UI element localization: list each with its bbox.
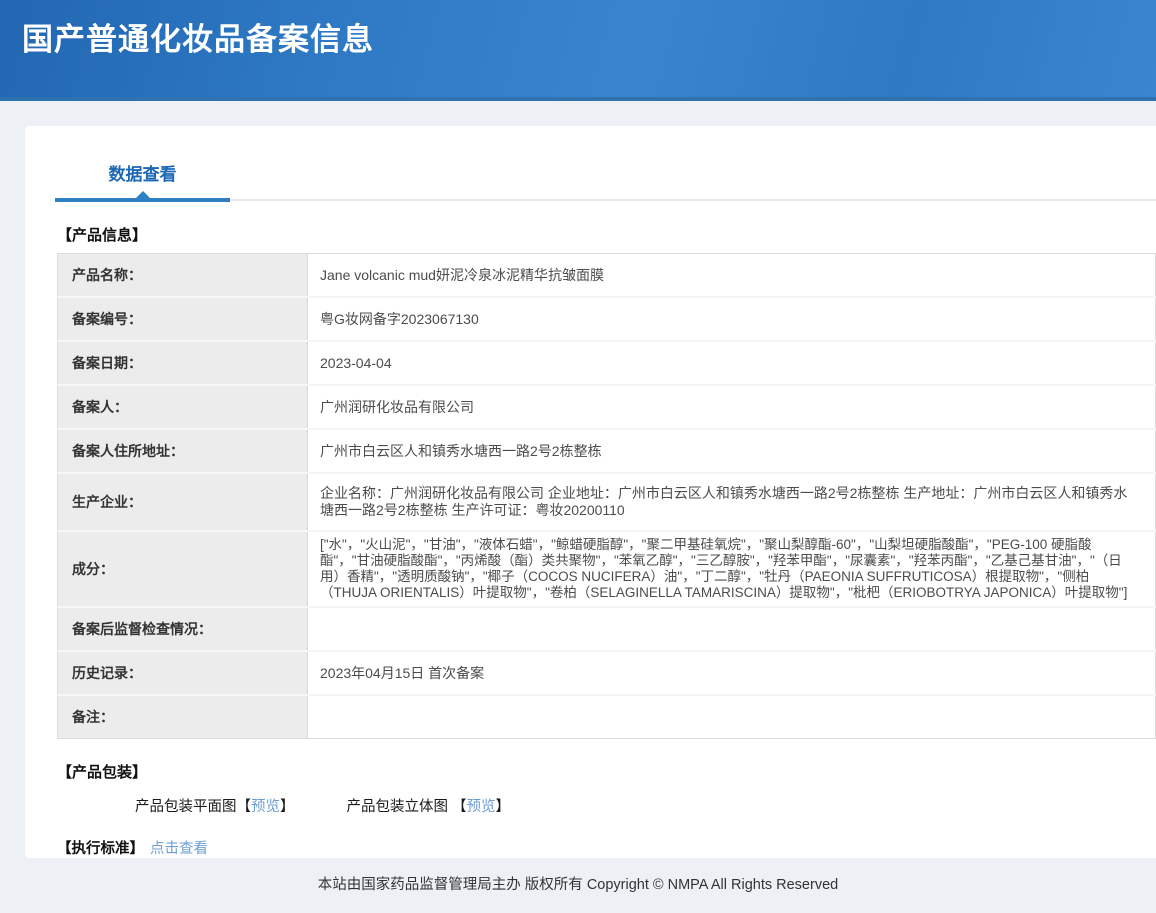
row-value: 2023年04月15日 首次备案 [308,651,1156,695]
tab-rule-divider [230,199,1156,201]
row-value: 广州市白云区人和镇秀水塘西一路2号2栋整栋 [308,429,1156,473]
tab-pointer-icon [136,191,150,198]
product-info-table: 产品名称： Jane volcanic mud妍泥冷泉冰泥精华抗皱面膜 备案编号… [57,253,1156,739]
copyright-text: 本站由国家药品监督管理局主办 版权所有 Copyright © NMPA All… [318,873,838,894]
row-value: 企业名称：广州润研化妆品有限公司 企业地址：广州市白云区人和镇秀水塘西一路2号2… [308,473,1156,531]
row-value: Jane volcanic mud妍泥冷泉冰泥精华抗皱面膜 [308,254,1156,298]
section-title-packaging: 【产品包装】 [57,761,1156,782]
row-label: 备注： [58,695,308,739]
row-label: 历史记录： [58,651,308,695]
table-row-registration-date: 备案日期： 2023-04-04 [58,341,1156,385]
packaging-flat-label: 产品包装平面图【 [135,799,251,815]
table-row-registrant-address: 备案人住所地址： 广州市白云区人和镇秀水塘西一路2号2栋整栋 [58,429,1156,473]
row-label: 备案后监督检查情况： [58,607,308,651]
packaging-flat-preview-link[interactable]: 预览 [251,799,280,815]
standard-line: 【执行标准】 点击查看 [57,837,1156,858]
standard-label: 【执行标准】 [57,837,144,858]
row-value: 广州润研化妆品有限公司 [308,385,1156,429]
row-value [308,607,1156,651]
packaging-line: 产品包装平面图【预览】 产品包装立体图 【预览】 [135,795,1156,816]
row-label: 生产企业： [58,473,308,531]
tab-bar: 数据查看 [55,126,1156,202]
table-row-history: 历史记录： 2023年04月15日 首次备案 [58,651,1156,695]
row-value: ["水"，"火山泥"，"甘油"，"液体石蜡"，"鲸蜡硬脂醇"，"聚二甲基硅氧烷"… [308,531,1156,607]
row-label: 备案日期： [58,341,308,385]
table-row-manufacturer: 生产企业： 企业名称：广州润研化妆品有限公司 企业地址：广州市白云区人和镇秀水塘… [58,473,1156,531]
standard-view-link[interactable]: 点击查看 [150,837,208,858]
packaging-solid-label: 产品包装立体图 【 [347,799,467,815]
packaging-solid-item: 产品包装立体图 【预览】 [347,795,511,816]
packaging-solid-preview-link[interactable]: 预览 [467,799,496,815]
row-value [308,695,1156,739]
tab-data-view-label: 数据查看 [109,165,177,184]
row-label: 产品名称： [58,254,308,298]
table-row-remarks: 备注： [58,695,1156,739]
row-label: 备案人： [58,385,308,429]
page-footer: 本站由国家药品监督管理局主办 版权所有 Copyright © NMPA All… [0,858,1156,909]
packaging-flat-suffix: 】 [280,799,295,815]
table-row-ingredients: 成分： ["水"，"火山泥"，"甘油"，"液体石蜡"，"鲸蜡硬脂醇"，"聚二甲基… [58,531,1156,607]
page-title: 国产普通化妆品备案信息 [22,14,1156,59]
table-row-product-name: 产品名称： Jane volcanic mud妍泥冷泉冰泥精华抗皱面膜 [58,254,1156,298]
table-row-registration-number: 备案编号： 粤G妆网备字2023067130 [58,297,1156,341]
row-value: 粤G妆网备字2023067130 [308,297,1156,341]
tab-data-view[interactable]: 数据查看 [55,160,230,202]
row-label: 成分： [58,531,308,607]
row-value: 2023-04-04 [308,341,1156,385]
packaging-flat-item: 产品包装平面图【预览】 [135,795,295,816]
row-label: 备案人住所地址： [58,429,308,473]
packaging-solid-suffix: 】 [496,799,511,815]
row-label: 备案编号： [58,297,308,341]
table-row-registrant: 备案人： 广州润研化妆品有限公司 [58,385,1156,429]
table-row-supervision: 备案后监督检查情况： [58,607,1156,651]
section-title-product-info: 【产品信息】 [57,224,1156,245]
content-card: 数据查看 【产品信息】 产品名称： Jane volcanic mud妍泥冷泉冰… [25,126,1156,858]
page-header: 国产普通化妆品备案信息 [0,0,1156,101]
